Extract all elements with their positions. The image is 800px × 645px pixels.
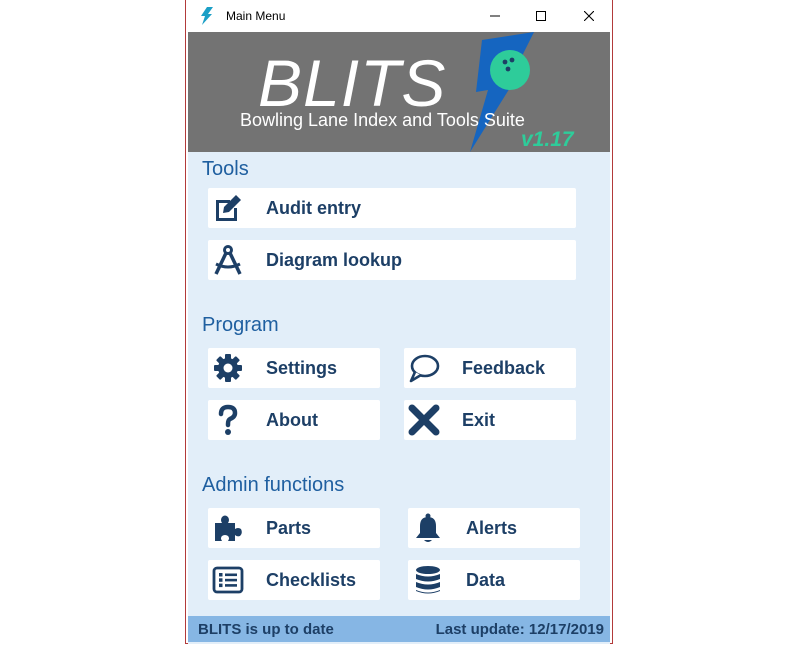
maximize-icon — [536, 11, 546, 21]
data-button[interactable]: Data — [408, 560, 580, 600]
bell-icon — [416, 513, 440, 542]
minimize-button[interactable] — [472, 0, 518, 32]
data-label: Data — [466, 570, 506, 590]
banner-subtitle: Bowling Lane Index and Tools Suite — [240, 110, 525, 130]
last-update: Last update: 12/17/2019 — [435, 621, 604, 638]
section-tools: Tools — [202, 158, 249, 180]
parts-button[interactable]: Parts — [208, 508, 380, 548]
main-content: BLITS Bowling Lane Index and Tools Suite… — [188, 32, 610, 644]
settings-label: Settings — [266, 358, 338, 378]
about-button[interactable]: About — [208, 400, 380, 440]
alerts-label: Alerts — [466, 518, 518, 538]
title-bar[interactable]: Main Menu — [186, 0, 612, 32]
alerts-button[interactable]: Alerts — [408, 508, 580, 548]
puzzle-piece-icon — [215, 515, 242, 541]
section-program: Program — [202, 314, 279, 336]
minimize-icon — [490, 15, 500, 17]
window-title: Main Menu — [226, 9, 286, 23]
diagram-lookup-label: Diagram lookup — [266, 250, 403, 270]
audit-entry-button[interactable]: Audit entry — [208, 188, 576, 228]
audit-entry-label: Audit entry — [266, 198, 362, 218]
compass-icon — [214, 245, 242, 275]
maximize-button[interactable] — [518, 0, 564, 32]
main-window: Main Menu BLITS Bowling Lane Index and T… — [185, 0, 613, 644]
speech-bubble-icon — [409, 354, 440, 383]
feedback-label: Feedback — [462, 358, 546, 378]
database-icon — [416, 566, 440, 594]
diagram-lookup-button[interactable]: Diagram lookup — [208, 240, 576, 280]
lightning-bolt-icon — [201, 7, 213, 25]
checklists-button[interactable]: Checklists — [208, 560, 380, 600]
question-mark-icon — [218, 404, 238, 435]
x-icon — [408, 404, 440, 436]
list-icon — [212, 566, 244, 594]
close-button[interactable] — [566, 0, 612, 32]
banner-title: BLITS — [258, 46, 447, 120]
edit-icon — [216, 195, 241, 221]
about-label: About — [266, 410, 318, 430]
section-admin: Admin functions — [202, 474, 345, 496]
parts-label: Parts — [266, 518, 312, 538]
exit-label: Exit — [462, 410, 496, 430]
gear-icon — [214, 354, 242, 382]
banner: BLITS Bowling Lane Index and Tools Suite… — [188, 32, 610, 152]
status-bar: BLITS is up to date Last update: 12/17/2… — [188, 616, 610, 642]
checklists-label: Checklists — [266, 570, 357, 590]
close-icon — [584, 11, 594, 21]
settings-button[interactable]: Settings — [208, 348, 380, 388]
exit-button[interactable]: Exit — [404, 400, 576, 440]
version-label: v1.17 — [521, 128, 574, 151]
feedback-button[interactable]: Feedback — [404, 348, 576, 388]
update-status: BLITS is up to date — [198, 621, 334, 638]
